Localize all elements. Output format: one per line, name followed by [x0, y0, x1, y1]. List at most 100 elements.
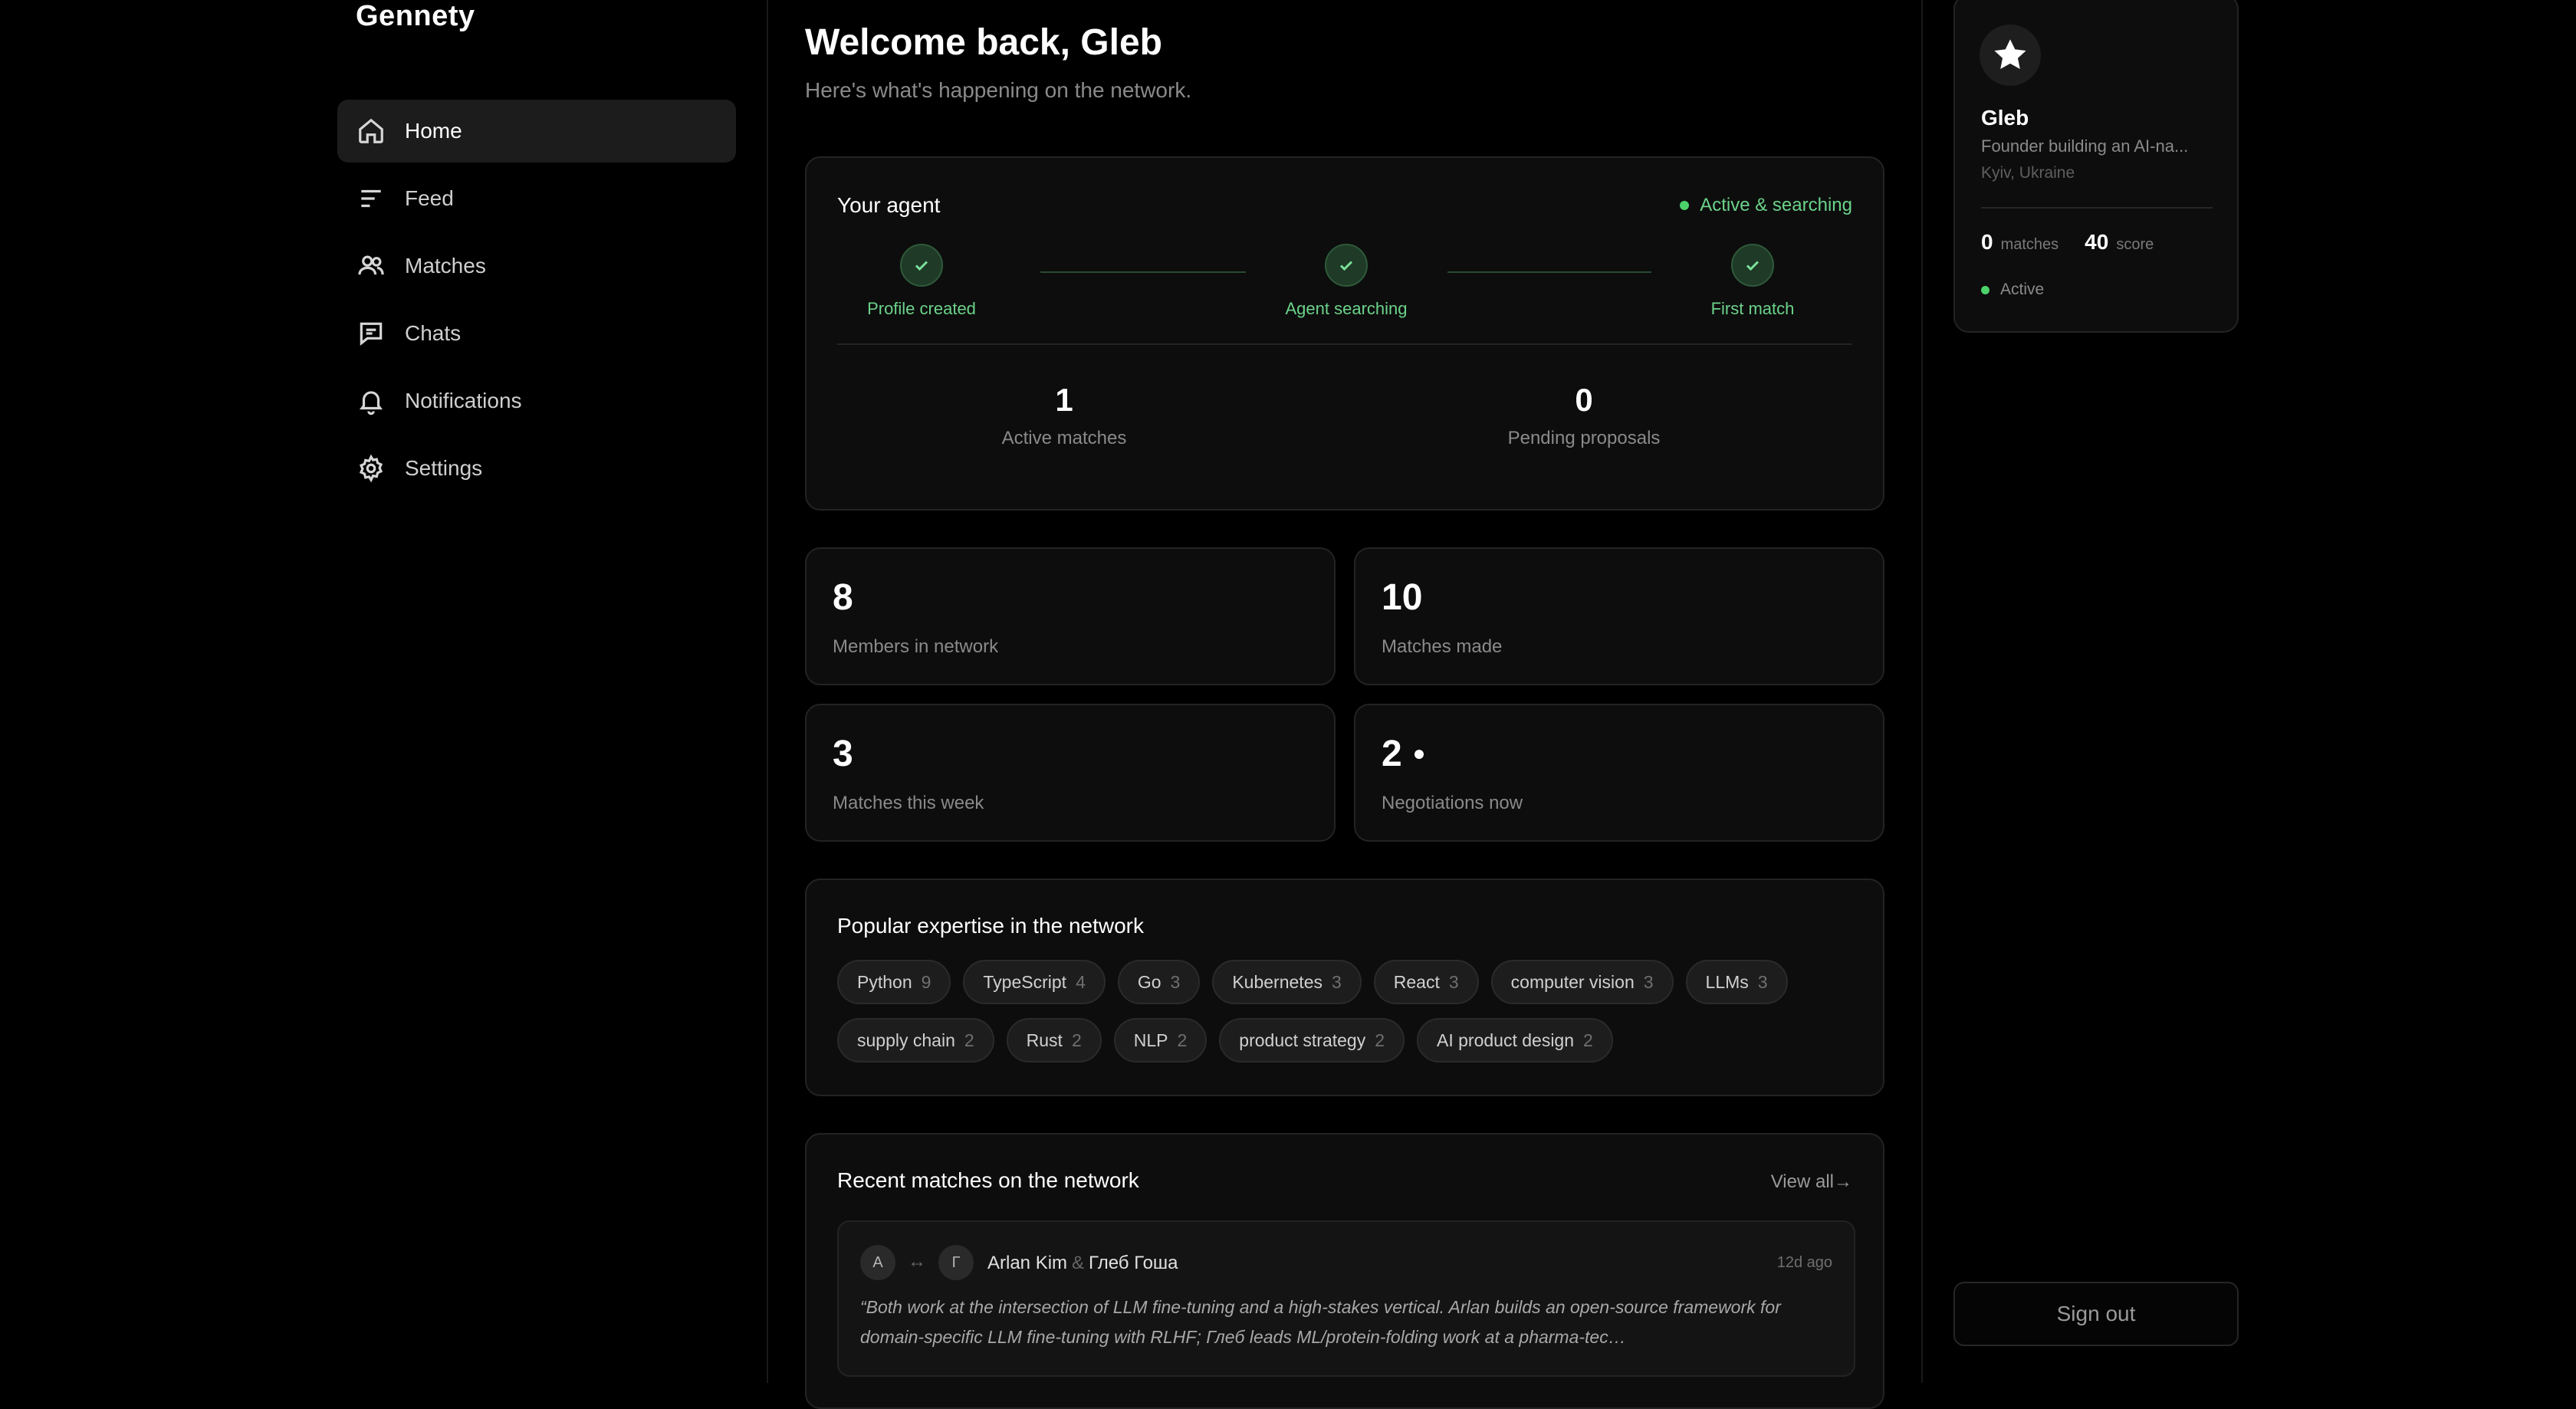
stat-label: Matches this week	[833, 793, 984, 813]
expertise-tag[interactable]: supply chain 2	[837, 1018, 994, 1062]
divider	[1981, 207, 2213, 209]
match-name-a[interactable]: Arlan Kim	[987, 1253, 1067, 1273]
expertise-tag[interactable]: computer vision 3	[1490, 960, 1674, 1004]
stat-label: Members in network	[833, 636, 999, 657]
match-reason: “Both work at the intersection of LLM fi…	[860, 1297, 1781, 1347]
brand-logo[interactable]: Gennety	[356, 0, 475, 33]
expertise-tag[interactable]: product strategy 2	[1219, 1018, 1405, 1062]
match-amp: &	[1072, 1253, 1085, 1273]
chat-icon	[356, 318, 386, 349]
expertise-tag[interactable]: Rust 2	[1006, 1018, 1102, 1062]
check-icon	[900, 244, 943, 287]
sidebar-item-label: Home	[405, 119, 462, 143]
star-icon	[1980, 25, 2041, 86]
sidebar-item-settings[interactable]: Settings	[337, 437, 736, 500]
stat-card-members: 8 Members in network	[805, 547, 1336, 685]
sidebar-item-chats[interactable]: Chats	[337, 302, 736, 365]
expertise-tag[interactable]: Go 3	[1117, 960, 1201, 1004]
tag-name: AI product design	[1437, 1030, 1575, 1050]
profile-score-label: score	[2116, 236, 2154, 253]
tag-name: Go	[1137, 971, 1162, 992]
sidebar-item-label: Notifications	[405, 389, 522, 412]
sidebar-item-home[interactable]: Home	[337, 100, 736, 163]
match-name-b[interactable]: Глеб Гоша	[1089, 1253, 1178, 1273]
tag-count: 2	[1375, 1030, 1385, 1050]
stat-value: 0	[1575, 382, 1593, 418]
bell-icon	[356, 386, 386, 416]
arrow-right-icon: →	[1834, 1171, 1852, 1192]
tag-name: Rust	[1026, 1030, 1063, 1050]
sidebar-item-notifications[interactable]: Notifications	[337, 369, 736, 432]
page-title: Welcome back, Gleb	[805, 22, 1162, 63]
agent-status-badge: Active & searching	[1680, 195, 1852, 216]
sidebar-item-label: Feed	[405, 186, 454, 210]
expertise-tag[interactable]: Kubernetes 3	[1212, 960, 1362, 1004]
expertise-tag[interactable]: React 3	[1373, 960, 1479, 1004]
tag-name: computer vision	[1510, 971, 1635, 992]
users-icon	[356, 251, 386, 281]
sidebar-item-feed[interactable]: Feed	[337, 167, 736, 230]
view-all-label: View all	[1770, 1171, 1834, 1192]
swap-arrows-icon: ↔	[908, 1251, 926, 1272]
expertise-tags: Python 9 TypeScript 4 Go 3 Kubernetes 3 Reac…	[837, 960, 1865, 1062]
tag-count: 2	[964, 1030, 974, 1050]
avatar: A	[860, 1245, 895, 1280]
tag-count: 4	[1076, 971, 1086, 992]
match-timestamp: 12d ago	[1776, 1254, 1832, 1271]
stat-card-negotiations: 2 Negotiations now	[1354, 704, 1884, 842]
tag-count: 9	[921, 971, 932, 992]
expertise-tag[interactable]: NLP 2	[1113, 1018, 1208, 1062]
tag-count: 3	[1643, 971, 1654, 992]
page-subtitle: Here's what's happening on the network.	[805, 78, 1192, 102]
expertise-tag[interactable]: AI product design 2	[1417, 1018, 1613, 1062]
tag-count: 2	[1177, 1030, 1188, 1050]
main-content: Welcome back, Gleb Here's what's happeni…	[768, 0, 1923, 1409]
stat-value: 2	[1382, 734, 1402, 774]
profile-card[interactable]: Gleb Founder building an AI-na... Kyiv, …	[1953, 0, 2239, 333]
profile-location: Kyiv, Ukraine	[1981, 164, 2075, 182]
step-label: First match	[1710, 299, 1795, 318]
stat-label: Active matches	[1001, 428, 1127, 448]
tag-count: 2	[1583, 1030, 1593, 1050]
home-icon	[356, 116, 386, 146]
app-root: Gennety Home Feed Matches Chats Notifica…	[0, 0, 2576, 1409]
profile-stats: 0 matches 40 score	[1981, 230, 2180, 255]
tag-count: 3	[1448, 971, 1459, 992]
sidebar-item-matches[interactable]: Matches	[337, 235, 736, 297]
status-dot-icon	[1680, 201, 1690, 210]
tag-count: 2	[1071, 1030, 1082, 1050]
expertise-tag[interactable]: TypeScript 4	[963, 960, 1106, 1004]
tag-name: Kubernetes	[1232, 971, 1322, 992]
avatar: Г	[938, 1245, 974, 1280]
stat-card-matches-week: 3 Matches this week	[805, 704, 1336, 842]
tag-name: LLMs	[1705, 971, 1749, 992]
expertise-tag[interactable]: LLMs 3	[1685, 960, 1788, 1004]
check-icon	[1325, 244, 1368, 287]
stat-label: Matches made	[1382, 636, 1503, 657]
expertise-tag[interactable]: Python 9	[837, 960, 951, 1004]
divider	[837, 343, 1852, 345]
tag-count: 3	[1170, 971, 1181, 992]
stat-label: Pending proposals	[1507, 428, 1661, 448]
expertise-title: Popular expertise in the network	[837, 914, 1144, 938]
profile-name: Gleb	[1981, 106, 2029, 130]
agent-card-title: Your agent	[837, 193, 941, 217]
step-profile-created: Profile created	[837, 244, 1006, 319]
stat-value: 10	[1382, 577, 1423, 618]
step-label: Agent searching	[1285, 299, 1408, 318]
stat-value-wrapper: 2	[1382, 733, 1424, 775]
stat-card-matches-made: 10 Matches made	[1354, 547, 1884, 685]
agent-status-text: Active & searching	[1700, 195, 1852, 215]
recent-matches-title: Recent matches on the network	[837, 1168, 1139, 1192]
sidebar-nav: Home Feed Matches Chats Notifications Se…	[337, 100, 736, 504]
tag-name: product strategy	[1239, 1030, 1366, 1050]
active-matches-stat: 1 Active matches	[911, 382, 1217, 449]
agent-card: Your agent Active & searching Profile cr…	[805, 156, 1884, 511]
stat-value: 1	[1055, 382, 1073, 418]
step-connector	[1040, 271, 1246, 273]
feed-icon	[356, 183, 386, 214]
step-label: Profile created	[867, 299, 976, 318]
match-list-item[interactable]: A ↔ Г Arlan Kim & Глеб Гоша 12d ago “Both …	[837, 1220, 1855, 1377]
view-all-link[interactable]: View all→	[1771, 1171, 1852, 1193]
sign-out-button[interactable]: Sign out	[1953, 1282, 2239, 1346]
